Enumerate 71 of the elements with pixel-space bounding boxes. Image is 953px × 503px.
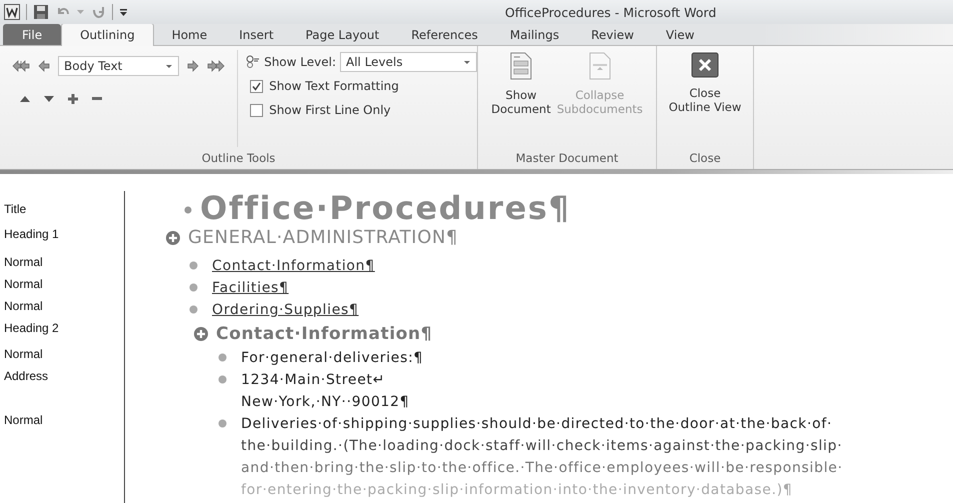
style-name: Heading 2 bbox=[4, 321, 60, 335]
double-left-arrow-icon[interactable] bbox=[12, 60, 30, 72]
paragraph-line: Contact·Information¶ bbox=[216, 323, 432, 346]
paragraph-line: Ordering·Supplies¶ bbox=[212, 301, 359, 320]
caret-icon bbox=[166, 65, 172, 68]
paragraph-line: Office·Procedures¶ bbox=[200, 191, 570, 225]
paragraph-line: for·entering·the·packing·slip·information·into·the·inventory·database.)¶ bbox=[241, 481, 794, 500]
redo-icon[interactable] bbox=[90, 4, 106, 20]
ribbon-tab[interactable]: Review bbox=[577, 24, 648, 45]
outline-level-dropdown[interactable]: Body Text bbox=[58, 56, 179, 76]
paragraph-line: and·then·bring·the·slip·to·the·office.·The·office·employees·will·be·responsible· bbox=[241, 459, 843, 478]
expand-plus-icon[interactable] bbox=[166, 231, 180, 245]
checkbox-label: Show First Line Only bbox=[269, 103, 391, 117]
paragraph-line: the·building.·(The·loading·dock·staff·will·check·items·against·the·packing·slip· bbox=[241, 437, 843, 456]
plus-icon[interactable] bbox=[68, 94, 78, 104]
bullet-icon[interactable] bbox=[218, 419, 227, 428]
ribbon-tab[interactable]: Page Layout bbox=[292, 24, 394, 45]
ribbon-tab[interactable]: Mailings bbox=[496, 24, 574, 45]
checkbox-label: Show Text Formatting bbox=[269, 79, 399, 93]
double-right-arrow-icon[interactable] bbox=[207, 60, 225, 72]
paragraph-line: GENERAL·ADMINISTRATION¶ bbox=[188, 226, 458, 250]
paragraph-line: For·general·deliveries:¶ bbox=[241, 349, 424, 368]
paragraph-line: 1234·Main·Street↵ bbox=[241, 371, 386, 390]
ribbon-button[interactable]: Show Document bbox=[489, 52, 553, 151]
bullet-icon[interactable] bbox=[218, 375, 227, 384]
show-level-label: Show Level: bbox=[264, 55, 336, 69]
checkbox[interactable] bbox=[250, 104, 264, 116]
ribbon-tab[interactable]: View bbox=[652, 24, 708, 45]
paragraph-line: New·York,·NY··90012¶ bbox=[241, 393, 410, 412]
style-name: Normal bbox=[4, 299, 43, 313]
document-icon bbox=[510, 52, 532, 80]
ribbon-tab[interactable]: Outlining bbox=[61, 23, 154, 46]
bullet-icon bbox=[184, 206, 192, 214]
document-icon bbox=[588, 52, 611, 80]
style-name: Title bbox=[4, 201, 28, 216]
bullet-icon[interactable] bbox=[189, 283, 198, 292]
bullet-icon[interactable] bbox=[189, 261, 198, 270]
save-icon[interactable] bbox=[33, 4, 49, 20]
ribbon-tab[interactable]: File bbox=[3, 24, 62, 45]
style-name: Normal bbox=[4, 413, 43, 427]
ribbon-tab[interactable]: Insert bbox=[225, 24, 288, 45]
ribbon-tab[interactable]: References bbox=[397, 24, 492, 45]
style-name: Heading 1 bbox=[4, 226, 60, 241]
expand-plus-icon[interactable] bbox=[194, 327, 208, 341]
customize-menu-icon[interactable] bbox=[119, 8, 128, 16]
show-level-icon bbox=[246, 55, 260, 69]
close-outline-view-button[interactable]: Close Outline View bbox=[666, 52, 744, 151]
up-triangle-icon[interactable] bbox=[20, 96, 30, 102]
down-triangle-icon[interactable] bbox=[44, 96, 54, 102]
style-name: Address bbox=[4, 369, 48, 383]
paragraph-line: Facilities¶ bbox=[212, 279, 289, 298]
word-logo-icon bbox=[4, 4, 20, 20]
paragraph-line: Contact·Information¶ bbox=[212, 257, 375, 276]
paragraph-line: Deliveries·of·shipping·supplies·should·be·directed·to·the·door·at·the·back·of· bbox=[241, 415, 834, 434]
ribbon-tab[interactable]: Home bbox=[158, 24, 222, 45]
style-name: Normal bbox=[4, 347, 43, 361]
checkbox[interactable] bbox=[250, 80, 264, 92]
group-label: Outline Tools bbox=[200, 151, 276, 167]
minus-icon[interactable] bbox=[92, 97, 102, 101]
group-label: Master Document bbox=[514, 151, 620, 167]
style-name: Normal bbox=[4, 255, 43, 269]
show-level-dropdown[interactable]: All Levels bbox=[340, 52, 477, 72]
bullet-icon[interactable] bbox=[189, 305, 198, 314]
group-label: Close bbox=[688, 151, 722, 167]
style-name: Normal bbox=[4, 277, 43, 291]
left-arrow-icon[interactable] bbox=[38, 60, 50, 72]
close-icon bbox=[691, 52, 719, 78]
right-arrow-icon[interactable] bbox=[187, 60, 199, 72]
window-title: OfficeProcedures - Microsoft Word bbox=[505, 4, 716, 20]
bullet-icon[interactable] bbox=[218, 353, 227, 362]
caret-icon bbox=[464, 61, 470, 64]
